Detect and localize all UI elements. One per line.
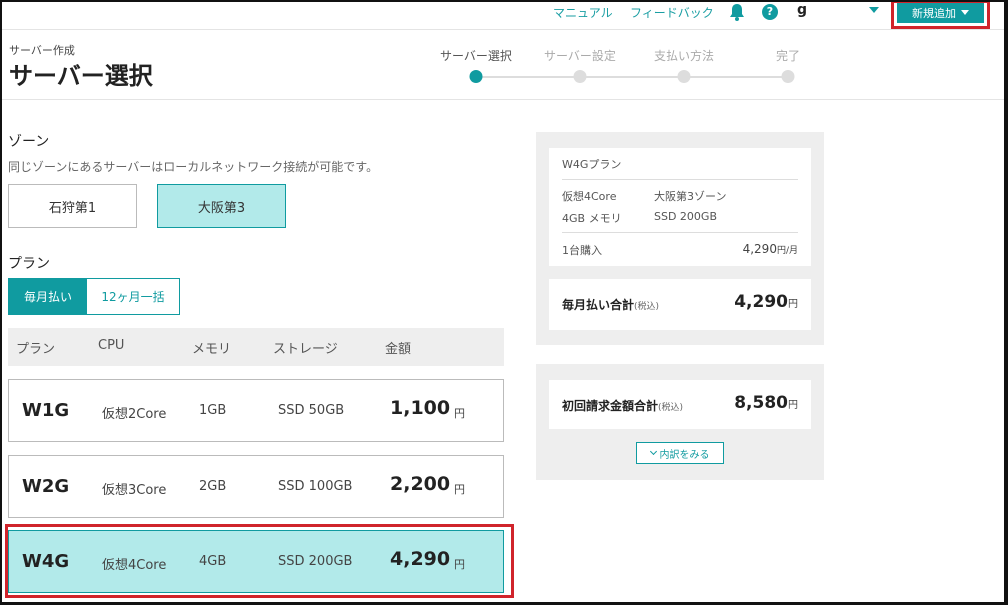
summary-memory: 4GB メモリ — [562, 212, 622, 225]
step-dot-payment — [677, 70, 691, 83]
feedback-link[interactable]: フィードバック — [630, 4, 714, 21]
plan-row-w2g[interactable]: W2G 仮想3Core 2GB SSD 100GB 2,200 円 — [8, 455, 504, 518]
caret-down-icon[interactable] — [869, 7, 879, 13]
summary-zone: 大阪第3ゾーン — [654, 190, 727, 203]
zone-option-ishikari[interactable]: 石狩第1 — [8, 184, 137, 228]
step-label-complete: 完了 — [775, 49, 801, 63]
yen-unit: 円 — [788, 400, 798, 411]
show-breakdown-label: 内訳をみる — [659, 449, 710, 461]
help-icon[interactable]: ? — [762, 4, 778, 20]
plan-price-unit: 円 — [454, 407, 465, 420]
caret-down-icon — [961, 10, 969, 15]
plan-price-unit: 円 — [454, 558, 465, 571]
zone-option-osaka[interactable]: 大阪第3 — [157, 184, 286, 228]
divider — [562, 232, 798, 233]
monthly-total-card: 毎月払い合計(税込) 4,290円 — [549, 279, 811, 330]
plan-table-header: プラン CPU メモリ ストレージ 金額 — [8, 328, 504, 366]
column-header-cpu: CPU — [98, 338, 125, 353]
plan-name: W1G — [22, 400, 70, 421]
tax-note: (税込) — [658, 403, 684, 413]
page-title: サーバー選択 — [9, 62, 153, 90]
tax-note: (税込) — [634, 302, 660, 312]
plan-row-w1g[interactable]: W1G 仮想2Core 1GB SSD 50GB 1,100 円 — [8, 379, 504, 442]
step-label-payment: 支払い方法 — [653, 49, 715, 63]
monthly-total-value: 4,290円 — [734, 292, 798, 312]
header-divider — [0, 99, 1008, 100]
plan-cpu: 仮想2Core — [102, 407, 167, 422]
plan-name: W4G — [22, 551, 70, 572]
summary-quantity: 1台購入 — [562, 244, 602, 257]
chevron-down-icon — [649, 447, 657, 456]
summary-unit-price: 4,290円/月 — [743, 242, 798, 256]
plan-name: W2G — [22, 476, 70, 497]
billing-monthly-option[interactable]: 毎月払い — [9, 279, 87, 314]
plan-row-w4g[interactable]: W4G 仮想4Core 4GB SSD 200GB 4,290 円 — [8, 530, 504, 593]
plan-memory: 4GB — [199, 554, 227, 569]
column-header-storage: ストレージ — [273, 342, 338, 357]
plan-price-unit: 円 — [454, 483, 465, 496]
step-dot-server-settings — [573, 70, 587, 83]
top-bar: マニュアル フィードバック ? g 新規追加 — [0, 0, 1008, 30]
zone-description: 同じゾーンにあるサーバーはローカルネットワーク接続が可能です。 — [8, 160, 379, 174]
plan-memory: 2GB — [199, 479, 227, 494]
initial-total-label-text: 初回請求金額合計 — [562, 399, 659, 413]
monthly-total-label-text: 毎月払い合計 — [562, 298, 635, 312]
billing-yearly-option[interactable]: 12ヶ月一括 — [87, 279, 179, 314]
plan-storage: SSD 50GB — [278, 403, 345, 418]
plan-cpu: 仮想3Core — [102, 483, 167, 498]
step-track — [476, 76, 788, 78]
column-header-memory: メモリ — [192, 342, 232, 357]
column-header-price: 金額 — [385, 342, 412, 357]
bell-icon[interactable] — [729, 3, 745, 21]
plan-title: プラン — [8, 256, 50, 272]
summary-plan-name: W4Gプラン — [562, 158, 622, 171]
order-summary-panel: W4Gプラン 仮想4Core 大阪第3ゾーン 4GB メモリ SSD 200GB… — [536, 132, 824, 345]
plan-storage: SSD 200GB — [278, 554, 353, 569]
summary-cpu: 仮想4Core — [562, 190, 617, 203]
summary-unit-price-suffix: 円/月 — [776, 246, 798, 256]
new-add-button[interactable]: 新規追加 — [897, 2, 984, 23]
zone-title: ゾーン — [8, 134, 50, 150]
user-menu[interactable]: g — [797, 2, 807, 18]
initial-total-value: 8,580円 — [734, 393, 798, 413]
column-header-plan: プラン — [16, 342, 56, 357]
plan-detail-card: W4Gプラン 仮想4Core 大阪第3ゾーン 4GB メモリ SSD 200GB… — [549, 148, 811, 266]
step-dot-complete — [781, 70, 795, 83]
plan-price: 4,290 — [390, 548, 451, 570]
monthly-total-amount: 4,290 — [734, 292, 788, 312]
step-label-server-select: サーバー選択 — [440, 49, 512, 63]
summary-storage: SSD 200GB — [654, 210, 717, 223]
yen-unit: 円 — [788, 299, 798, 310]
plan-price: 1,100 — [390, 397, 451, 419]
divider — [562, 179, 798, 180]
initial-total-card: 初回請求金額合計(税込) 8,580円 — [549, 380, 811, 429]
initial-total-amount: 8,580 — [734, 393, 788, 413]
initial-charge-panel: 初回請求金額合計(税込) 8,580円 内訳をみる — [536, 364, 824, 480]
plan-price: 2,200 — [390, 473, 451, 495]
initial-total-label: 初回請求金額合計(税込) — [562, 397, 683, 414]
summary-unit-price-value: 4,290 — [742, 242, 777, 256]
show-breakdown-button[interactable]: 内訳をみる — [636, 442, 724, 464]
manual-link[interactable]: マニュアル — [553, 4, 613, 21]
step-dot-server-select — [469, 70, 483, 83]
plan-cpu: 仮想4Core — [102, 558, 167, 573]
billing-toggle: 毎月払い 12ヶ月一括 — [8, 278, 180, 315]
plan-memory: 1GB — [199, 403, 227, 418]
new-add-label: 新規追加 — [912, 6, 956, 20]
step-label-server-settings: サーバー設定 — [544, 49, 616, 63]
plan-storage: SSD 100GB — [278, 479, 353, 494]
monthly-total-label: 毎月払い合計(税込) — [562, 296, 659, 313]
